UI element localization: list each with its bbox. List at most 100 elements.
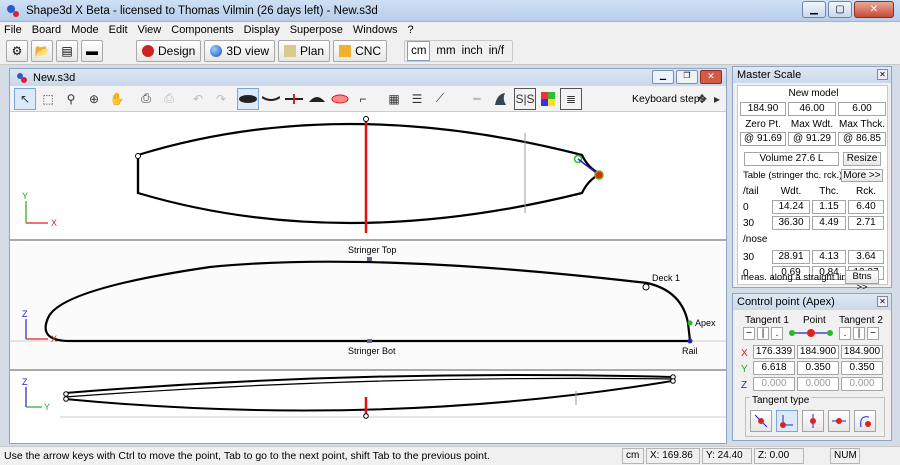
cnc-button[interactable]: CNC bbox=[333, 40, 388, 62]
tangent2-z-field[interactable]: 0.000 bbox=[841, 377, 883, 391]
fin-icon[interactable] bbox=[489, 88, 511, 110]
unit-cm[interactable]: cm bbox=[407, 41, 431, 61]
plan-button[interactable]: Plan bbox=[278, 40, 331, 62]
pan-hand-icon[interactable]: ✋ bbox=[106, 88, 128, 110]
pointer-icon[interactable]: ↖ bbox=[14, 87, 36, 110]
menu-view[interactable]: View bbox=[138, 24, 162, 36]
menu-windows[interactable]: Windows bbox=[353, 24, 398, 36]
nose-row-1-wdt[interactable]: 28.91 bbox=[772, 250, 810, 264]
unit-mm[interactable]: mm bbox=[436, 45, 455, 57]
select-box-icon[interactable]: ⬚ bbox=[37, 88, 59, 110]
nose-row-1-rck[interactable]: 3.64 bbox=[848, 250, 884, 264]
deck-label: Deck 1 bbox=[652, 273, 680, 283]
tail-row-2-rck[interactable]: 2.71 bbox=[848, 216, 884, 230]
unit-inch[interactable]: inch bbox=[462, 45, 483, 57]
max-thck-field[interactable]: @ 86.85 bbox=[838, 132, 886, 146]
undo-icon[interactable]: ↶ bbox=[187, 88, 209, 110]
tail-row-2-wdt[interactable]: 36.30 bbox=[772, 216, 810, 230]
stringer-icon[interactable]: ━ bbox=[466, 88, 488, 110]
minimize-button[interactable]: ▁ bbox=[802, 1, 826, 18]
unit-in-f[interactable]: in/f bbox=[489, 45, 504, 57]
max-wdt-field[interactable]: @ 91.29 bbox=[788, 132, 836, 146]
point-x-field[interactable]: 184.900 bbox=[797, 345, 839, 359]
zoom-icon[interactable]: ⚲ bbox=[60, 88, 82, 110]
menu-file[interactable]: File bbox=[4, 24, 22, 36]
board-icon[interactable]: ▬ bbox=[81, 40, 103, 62]
max-wdt-label: Max Wdt. bbox=[790, 119, 834, 130]
tangent1-dot-button[interactable]: . bbox=[771, 327, 783, 340]
zero-pt-field[interactable]: @ 91.69 bbox=[740, 132, 786, 146]
menu-edit[interactable]: Edit bbox=[109, 24, 128, 36]
outline-view-icon[interactable] bbox=[237, 87, 259, 110]
doc-close-button[interactable]: ✕ bbox=[700, 70, 722, 84]
nose-row-1-thc[interactable]: 4.13 bbox=[812, 250, 846, 264]
doc-minimize-button[interactable]: ▁ bbox=[652, 70, 674, 84]
tail-row-1-wdt[interactable]: 14.24 bbox=[772, 200, 810, 214]
menu-help[interactable]: ? bbox=[408, 24, 414, 36]
resize-button[interactable]: Resize bbox=[843, 152, 881, 166]
profile-view[interactable]: Stringer Top Stringer Bot Deck 1 Apex Ra… bbox=[10, 243, 726, 371]
maximize-button[interactable]: ▢ bbox=[828, 1, 852, 18]
close-button[interactable]: ✕ bbox=[854, 1, 894, 18]
book-icon[interactable]: ▤ bbox=[56, 40, 78, 62]
tangent-type-3-button[interactable] bbox=[802, 410, 824, 432]
redo-icon[interactable]: ↷ bbox=[210, 88, 232, 110]
tangent1-bar-button[interactable]: | bbox=[757, 327, 769, 340]
tail-row-1-rck[interactable]: 6.40 bbox=[848, 200, 884, 214]
tangent-type-2-button[interactable] bbox=[776, 410, 798, 432]
settings-icon[interactable]: ⚙ bbox=[6, 40, 28, 62]
list-icon[interactable]: ≣ bbox=[560, 87, 582, 110]
menu-components[interactable]: Components bbox=[171, 24, 233, 36]
doc-restore-button[interactable]: ❐ bbox=[676, 70, 698, 84]
tangent2-x-field[interactable]: 184.900 bbox=[841, 345, 883, 359]
tangent2-y-field[interactable]: 0.350 bbox=[841, 361, 883, 375]
axis-x-label: X bbox=[741, 348, 748, 359]
tangent-type-5-button[interactable] bbox=[854, 410, 876, 432]
symmetry-icon[interactable]: S|S bbox=[514, 87, 536, 110]
snapshot-icon[interactable]: ⎙ bbox=[135, 88, 157, 110]
tangent-type-4-button[interactable] bbox=[828, 410, 850, 432]
more-button[interactable]: More >> bbox=[841, 169, 883, 182]
step-more-icon[interactable]: ▸ bbox=[710, 88, 724, 110]
tangent-type-1-button[interactable] bbox=[750, 410, 772, 432]
view3d-button[interactable]: 3D view bbox=[204, 40, 276, 62]
tail-row-1-thc[interactable]: 1.15 bbox=[812, 200, 846, 214]
fin-box-icon[interactable]: ⌐ bbox=[352, 88, 374, 110]
slice-view[interactable]: Z Y bbox=[10, 373, 726, 443]
tangent1-z-field[interactable]: 0.000 bbox=[753, 377, 795, 391]
tangent2-minus-button[interactable]: − bbox=[867, 327, 879, 340]
menu-display[interactable]: Display bbox=[244, 24, 280, 36]
zoom-box-icon[interactable]: ⊕ bbox=[83, 88, 105, 110]
point-y-field[interactable]: 0.350 bbox=[797, 361, 839, 375]
master-scale-close-icon[interactable]: ✕ bbox=[877, 69, 888, 80]
section-view-icon[interactable] bbox=[306, 88, 328, 110]
btns-button[interactable]: Btns >> bbox=[845, 270, 879, 293]
tangent1-x-field[interactable]: 176.339 bbox=[753, 345, 795, 359]
design-button[interactable]: Design bbox=[136, 40, 202, 62]
snapshot-disabled-icon[interactable]: ⎙ bbox=[158, 88, 180, 110]
length-field[interactable]: 184.90 bbox=[740, 102, 786, 116]
outline-view[interactable]: Y X bbox=[10, 113, 726, 241]
menu-superpose[interactable]: Superpose bbox=[290, 24, 343, 36]
thickness-field[interactable]: 6.00 bbox=[838, 102, 886, 116]
tangent1-y-field[interactable]: 6.618 bbox=[753, 361, 795, 375]
profile-curve bbox=[44, 260, 692, 343]
open-icon[interactable]: 📂 bbox=[31, 40, 53, 62]
outline-axis-y-label: Y bbox=[22, 191, 28, 201]
point-z-field[interactable]: 0.000 bbox=[797, 377, 839, 391]
grid-icon[interactable]: ▦ bbox=[383, 88, 405, 110]
slices-view-icon[interactable] bbox=[283, 88, 305, 110]
menu-board[interactable]: Board bbox=[32, 24, 61, 36]
tail-row-2-thc[interactable]: 4.49 bbox=[812, 216, 846, 230]
mesh-view-icon[interactable] bbox=[329, 88, 351, 110]
menu-mode[interactable]: Mode bbox=[71, 24, 99, 36]
tangent2-dot-button[interactable]: . bbox=[839, 327, 851, 340]
tangent1-minus-button[interactable]: − bbox=[743, 327, 755, 340]
measure-icon[interactable]: ⟋ bbox=[429, 88, 451, 110]
control-point-close-icon[interactable]: ✕ bbox=[877, 296, 888, 307]
width-field[interactable]: 46.00 bbox=[788, 102, 836, 116]
colors-icon[interactable] bbox=[537, 88, 559, 110]
tangent2-bar-button[interactable]: | bbox=[853, 327, 865, 340]
table-icon[interactable]: ☰ bbox=[406, 88, 428, 110]
rocker-view-icon[interactable] bbox=[260, 88, 282, 110]
